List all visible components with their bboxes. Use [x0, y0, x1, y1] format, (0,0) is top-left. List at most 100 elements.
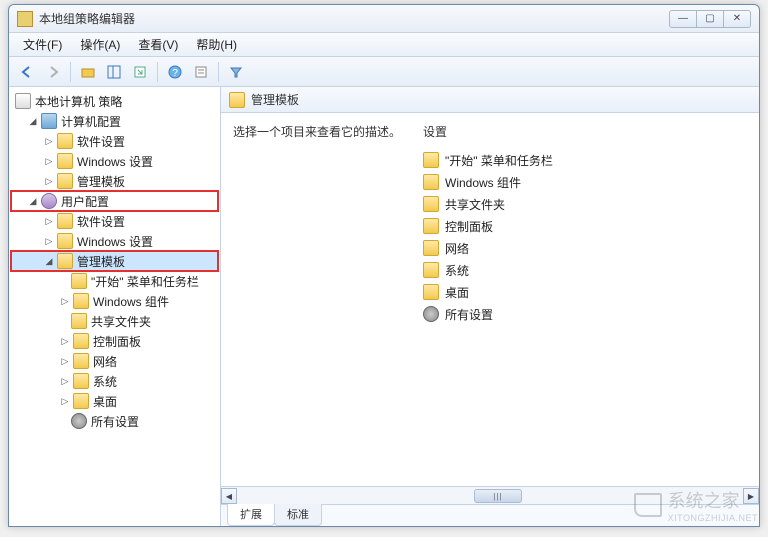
list-item-shared-folders[interactable]: 共享文件夹 — [423, 193, 747, 215]
list-item-start-taskbar[interactable]: "开始" 菜单和任务栏 — [423, 149, 747, 171]
tree-control-panel[interactable]: ▷ 控制面板 — [11, 331, 218, 351]
folder-icon — [423, 240, 439, 256]
user-icon — [41, 193, 57, 209]
tree-start-taskbar[interactable]: "开始" 菜单和任务栏 — [11, 271, 218, 291]
tree-windows-comp[interactable]: ▷ Windows 组件 — [11, 291, 218, 311]
menu-action[interactable]: 操作(A) — [72, 33, 128, 56]
collapse-icon[interactable]: ◢ — [43, 255, 55, 267]
show-hide-tree-button[interactable] — [102, 60, 126, 84]
expand-icon[interactable]: ▷ — [59, 395, 71, 407]
tab-standard[interactable]: 标准 — [274, 503, 322, 526]
list-item-all-settings[interactable]: 所有设置 — [423, 303, 747, 325]
list-header: 管理模板 — [221, 87, 759, 113]
help-button[interactable]: ? — [163, 60, 187, 84]
list-label: 网络 — [445, 240, 469, 257]
properties-button[interactable] — [189, 60, 213, 84]
tree-system[interactable]: ▷ 系统 — [11, 371, 218, 391]
folder-icon — [423, 174, 439, 190]
tree-computer-config[interactable]: ◢ 计算机配置 — [11, 111, 218, 131]
list-label: Windows 组件 — [445, 174, 521, 191]
tree-windows-settings-user[interactable]: ▷ Windows 设置 — [11, 231, 218, 251]
menu-file[interactable]: 文件(F) — [15, 33, 70, 56]
filter-button[interactable] — [224, 60, 248, 84]
window: 本地组策略编辑器 — ▢ ✕ 文件(F) 操作(A) 查看(V) 帮助(H) ?… — [8, 4, 760, 527]
tree-label: 管理模板 — [77, 173, 125, 190]
list-item-network[interactable]: 网络 — [423, 237, 747, 259]
menubar: 文件(F) 操作(A) 查看(V) 帮助(H) — [9, 33, 759, 57]
horizontal-scrollbar[interactable]: ◀ ||| ▶ — [221, 486, 759, 504]
minimize-button[interactable]: — — [669, 10, 697, 28]
tree-label: Windows 组件 — [93, 293, 169, 310]
expand-icon[interactable]: ▷ — [43, 155, 55, 167]
menu-help[interactable]: 帮助(H) — [188, 33, 245, 56]
folder-icon — [423, 284, 439, 300]
list-item-desktop[interactable]: 桌面 — [423, 281, 747, 303]
folder-icon — [423, 218, 439, 234]
folder-icon — [423, 152, 439, 168]
folder-icon — [71, 313, 87, 329]
tree-label: 管理模板 — [77, 253, 125, 270]
expand-icon[interactable]: ▷ — [43, 215, 55, 227]
tree-desktop[interactable]: ▷ 桌面 — [11, 391, 218, 411]
menu-view[interactable]: 查看(V) — [130, 33, 186, 56]
detail-area: 选择一个项目来查看它的描述。 设置 "开始" 菜单和任务栏 Windows 组件… — [221, 113, 759, 486]
collapse-icon[interactable]: ◢ — [27, 115, 39, 127]
forward-button[interactable] — [41, 60, 65, 84]
expand-icon[interactable]: ▷ — [59, 335, 71, 347]
list-label: "开始" 菜单和任务栏 — [445, 152, 553, 169]
expand-icon[interactable]: ▷ — [59, 355, 71, 367]
list-item-windows-comp[interactable]: Windows 组件 — [423, 171, 747, 193]
tree-shared-folders[interactable]: 共享文件夹 — [11, 311, 218, 331]
folder-icon — [73, 373, 89, 389]
expand-icon[interactable]: ▷ — [43, 175, 55, 187]
tab-extended[interactable]: 扩展 — [227, 503, 275, 526]
tree-software-settings[interactable]: ▷ 软件设置 — [11, 131, 218, 151]
folder-icon — [423, 262, 439, 278]
app-icon — [17, 11, 33, 27]
tree-all-settings[interactable]: 所有设置 — [11, 411, 218, 431]
tree-pane[interactable]: 本地计算机 策略 ◢ 计算机配置 ▷ 软件设置 ▷ Windows 设置 ▷ 管… — [9, 87, 221, 526]
folder-icon — [423, 196, 439, 212]
scroll-right-button[interactable]: ▶ — [743, 488, 759, 504]
tree-admin-templates-user[interactable]: ◢ 管理模板 — [11, 251, 218, 271]
maximize-button[interactable]: ▢ — [696, 10, 724, 28]
list-item-system[interactable]: 系统 — [423, 259, 747, 281]
tree-label: 软件设置 — [77, 213, 125, 230]
separator — [70, 62, 71, 82]
column-header-setting[interactable]: 设置 — [423, 123, 747, 141]
list-label: 所有设置 — [445, 306, 493, 323]
toolbar: ? — [9, 57, 759, 87]
collapse-icon[interactable]: ◢ — [27, 195, 39, 207]
tree-label: 网络 — [93, 353, 117, 370]
list-label: 控制面板 — [445, 218, 493, 235]
folder-icon — [73, 293, 89, 309]
svg-text:?: ? — [172, 68, 178, 79]
tree-software-settings-user[interactable]: ▷ 软件设置 — [11, 211, 218, 231]
scroll-thumb[interactable]: ||| — [474, 489, 522, 503]
tree-network[interactable]: ▷ 网络 — [11, 351, 218, 371]
tree-label: 计算机配置 — [61, 113, 121, 130]
expand-icon[interactable]: ▷ — [43, 135, 55, 147]
separator — [157, 62, 158, 82]
list-item-control-panel[interactable]: 控制面板 — [423, 215, 747, 237]
expand-icon[interactable]: ▷ — [59, 375, 71, 387]
tree-windows-settings[interactable]: ▷ Windows 设置 — [11, 151, 218, 171]
tree-label: "开始" 菜单和任务栏 — [91, 273, 199, 290]
scroll-left-button[interactable]: ◀ — [221, 488, 237, 504]
folder-icon — [71, 273, 87, 289]
up-button[interactable] — [76, 60, 100, 84]
expand-icon[interactable]: ▷ — [59, 295, 71, 307]
tree-admin-templates[interactable]: ▷ 管理模板 — [11, 171, 218, 191]
tree-user-config[interactable]: ◢ 用户配置 — [11, 191, 218, 211]
export-button[interactable] — [128, 60, 152, 84]
tree-label: Windows 设置 — [77, 153, 153, 170]
right-pane: 管理模板 选择一个项目来查看它的描述。 设置 "开始" 菜单和任务栏 Windo… — [221, 87, 759, 526]
policy-icon — [15, 93, 31, 109]
header-title: 管理模板 — [251, 91, 299, 108]
expand-icon[interactable]: ▷ — [43, 235, 55, 247]
tree-label: 系统 — [93, 373, 117, 390]
tree-root[interactable]: 本地计算机 策略 — [11, 91, 218, 111]
back-button[interactable] — [15, 60, 39, 84]
close-button[interactable]: ✕ — [723, 10, 751, 28]
titlebar[interactable]: 本地组策略编辑器 — ▢ ✕ — [9, 5, 759, 33]
